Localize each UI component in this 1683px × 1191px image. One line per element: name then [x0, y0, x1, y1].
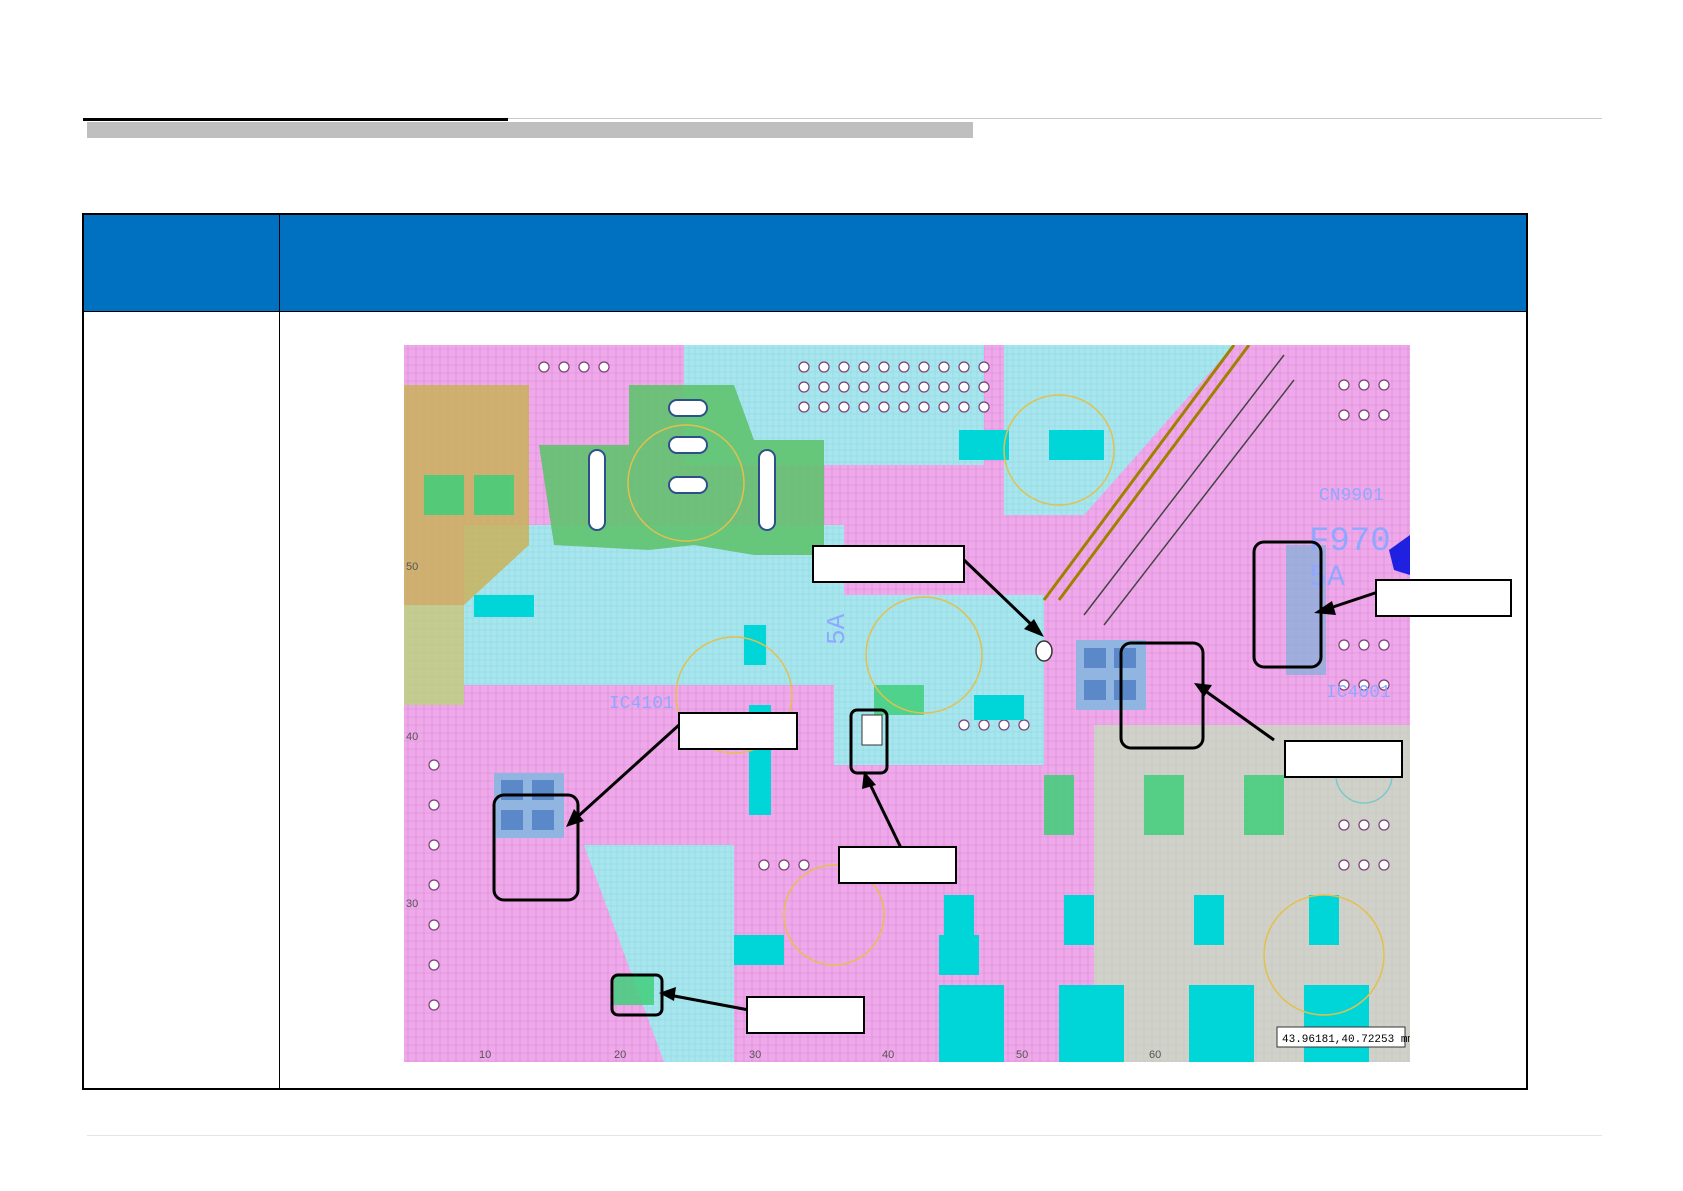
component-center	[861, 714, 883, 746]
tick-bottom-60: 60	[1149, 1049, 1161, 1061]
header-cell-1	[82, 213, 280, 312]
footer-watermark	[70, 1150, 340, 1176]
title-rule	[508, 118, 1602, 119]
pcb-layout-image: CN9901 F970 5A IC4101 IC4001 5A 50 40 30	[404, 345, 1512, 1062]
pcb-figure-area: CN9901 F970 5A IC4101 IC4001 5A 50 40 30	[280, 312, 1526, 1088]
tick-bottom-30: 30	[749, 1049, 761, 1061]
title-underline-black	[83, 118, 508, 121]
silk-ref-sub: 5A	[1309, 561, 1345, 595]
tick-left-40: 40	[406, 731, 418, 743]
callout-top-center	[812, 545, 965, 583]
tick-left-30: 30	[406, 898, 418, 910]
callout-right-top	[1375, 579, 1512, 617]
silk-ic-right: IC4001	[1326, 683, 1391, 703]
row-cell-2: CN9901 F970 5A IC4101 IC4001 5A 50 40 30	[279, 311, 1528, 1090]
callout-center	[838, 846, 957, 884]
silk-cn: CN9901	[1319, 486, 1384, 506]
tick-bottom-10: 10	[479, 1049, 491, 1061]
coordinate-readout: 43.96181,40.72253 mm	[1282, 1034, 1410, 1046]
content-table: CN9901 F970 5A IC4101 IC4001 5A 50 40 30	[82, 213, 1528, 1090]
slot-left	[588, 449, 606, 531]
olive-region-lower	[404, 605, 464, 705]
table-header-row	[82, 213, 1528, 312]
tick-bottom-20: 20	[614, 1049, 626, 1061]
silk-ic-left: IC4101	[609, 694, 674, 714]
header-cell-2	[279, 213, 1528, 312]
corner-watermark	[1523, 20, 1643, 44]
slot-top	[668, 399, 708, 417]
silk-ref-mid: 5A	[822, 613, 852, 645]
slot-mid	[668, 436, 708, 454]
pcb-svg: CN9901 F970 5A IC4101 IC4001 5A 50 40 30	[404, 345, 1410, 1062]
slot-bottom	[668, 476, 708, 494]
tick-left-50: 50	[406, 561, 418, 573]
slot-right	[758, 449, 776, 531]
callout-right-mid	[1284, 740, 1403, 778]
row-cell-1	[82, 311, 280, 1090]
tick-bottom-50: 50	[1016, 1049, 1028, 1061]
test-point	[1035, 640, 1053, 662]
callout-left-mid	[678, 712, 798, 750]
callout-bottom-left	[746, 996, 865, 1034]
tick-bottom-40: 40	[882, 1049, 894, 1061]
title-bar-gray	[87, 122, 973, 138]
table-row: CN9901 F970 5A IC4101 IC4001 5A 50 40 30	[82, 311, 1528, 1090]
footer-rule	[87, 1135, 1602, 1136]
